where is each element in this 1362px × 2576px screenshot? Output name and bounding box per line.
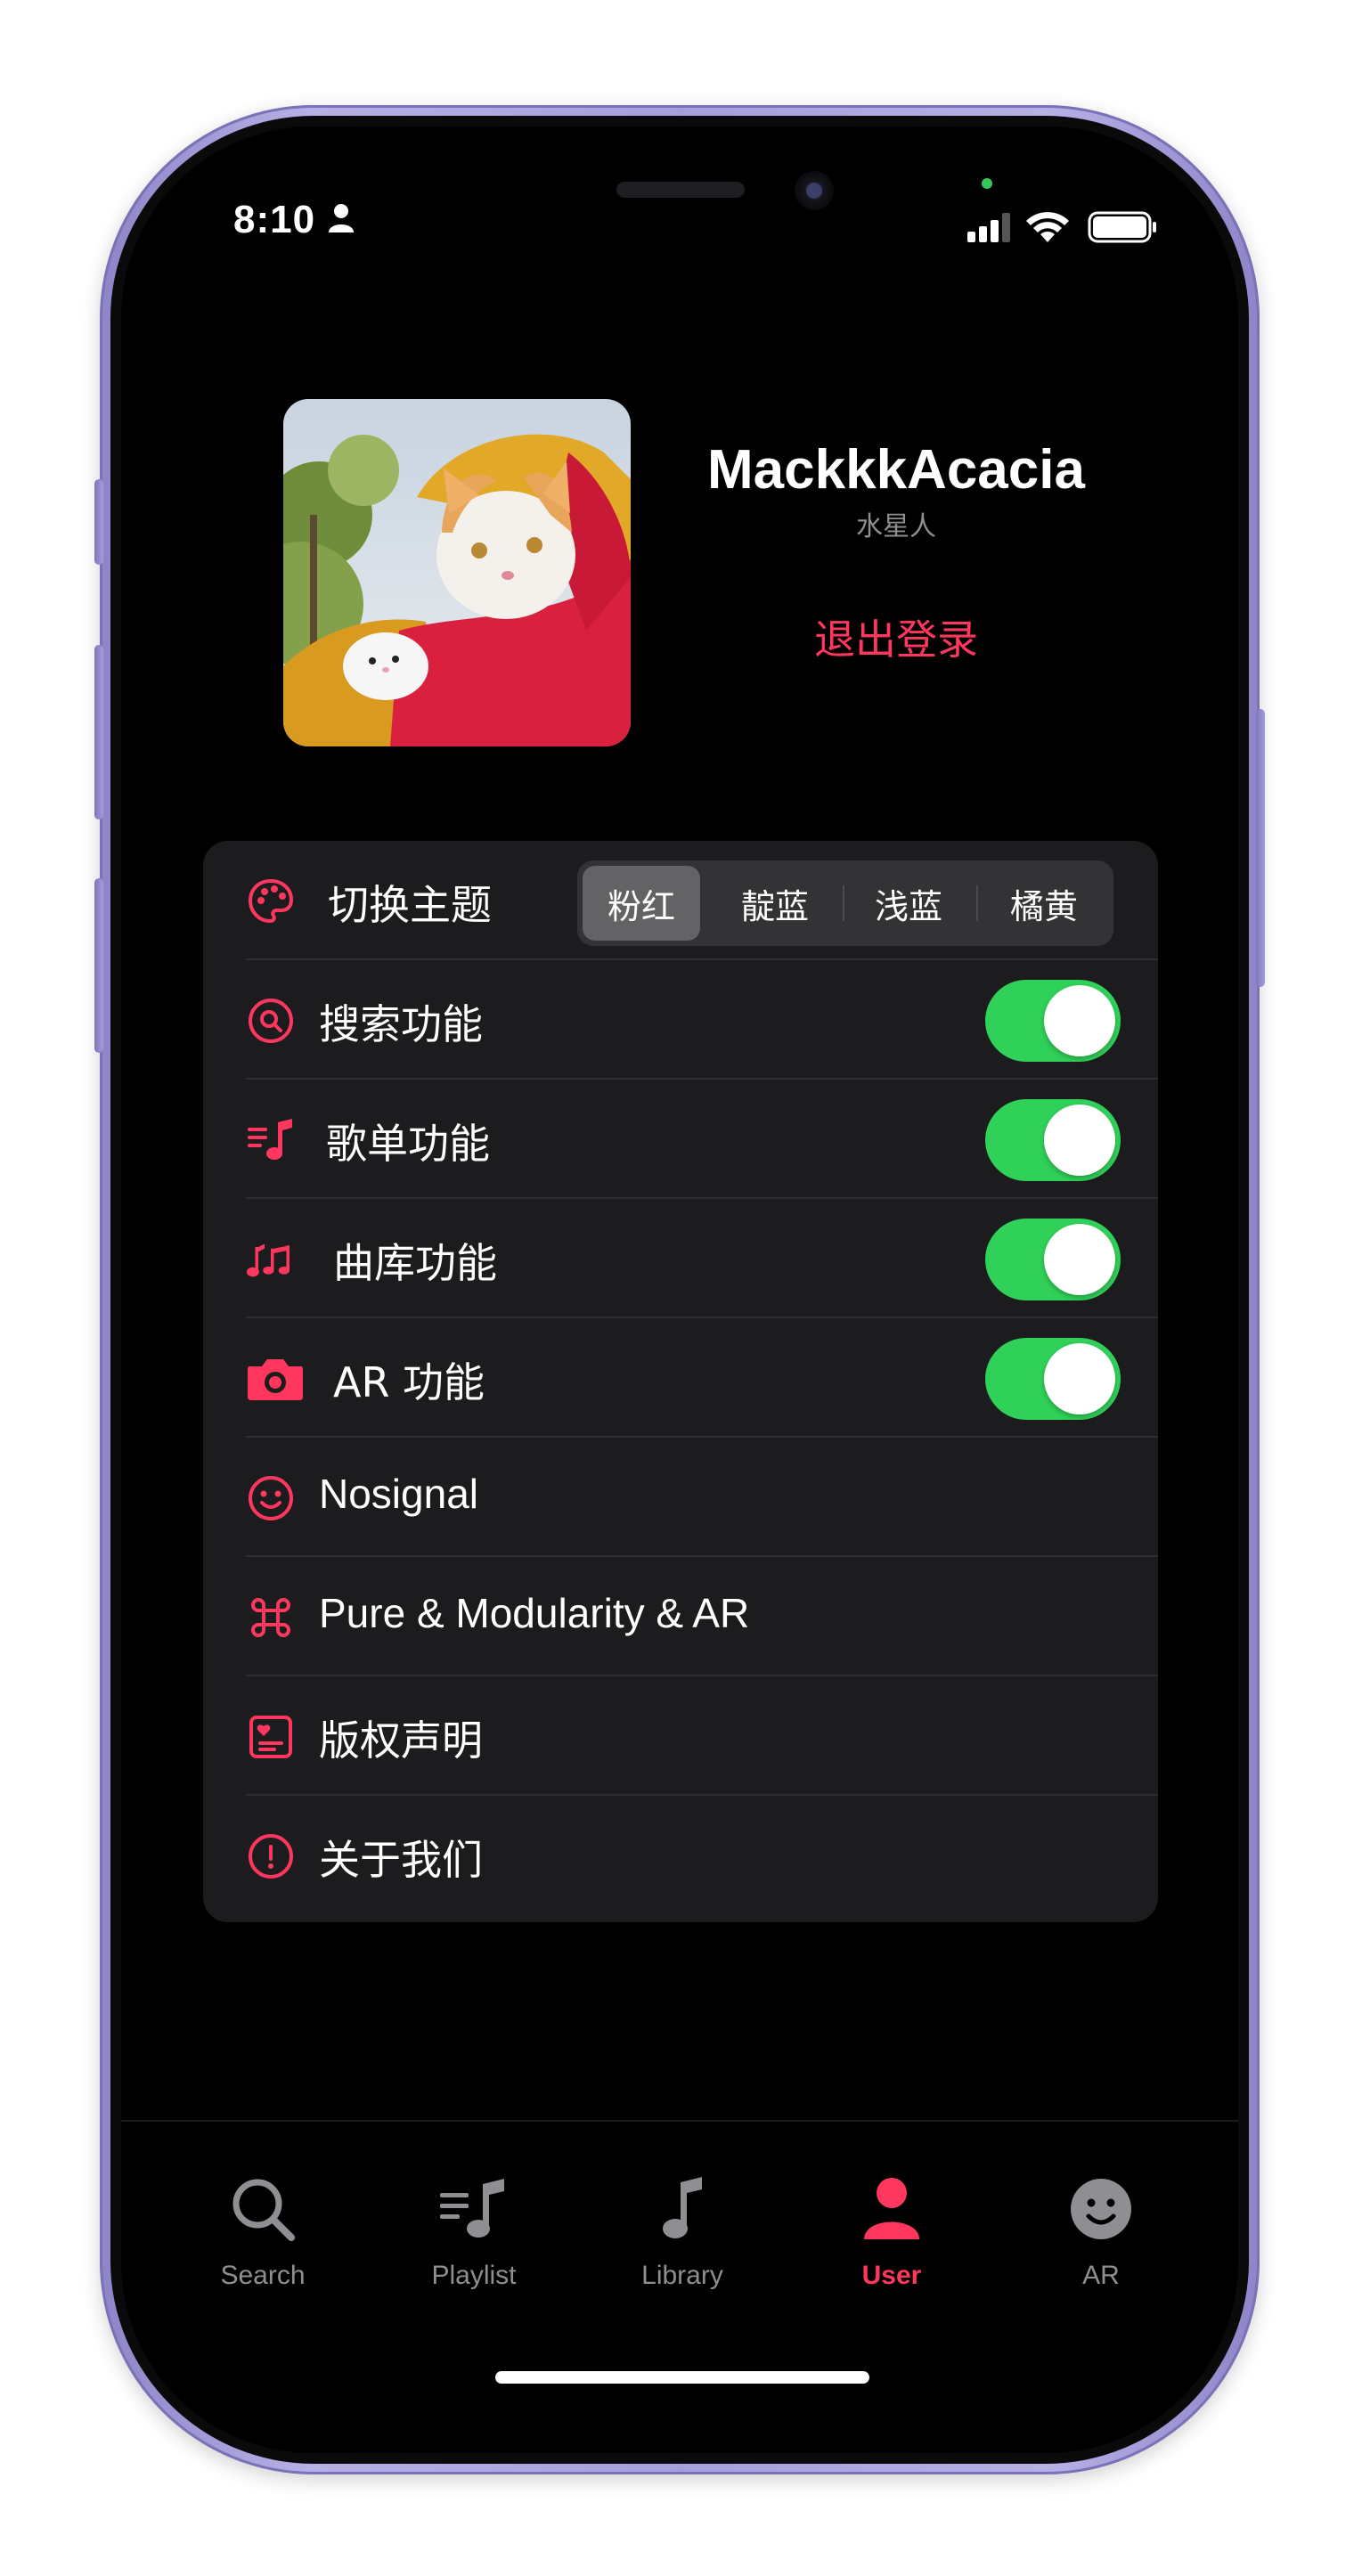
- toggle-row-playlist: 歌单功能: [203, 1080, 1158, 1199]
- segment-separator: [843, 885, 844, 921]
- toggle-knob: [1044, 1224, 1115, 1295]
- camera-icon: [246, 1354, 305, 1404]
- toggle-label: 歌单功能: [326, 1120, 490, 1168]
- settings-card: 切换主题 粉红 靛蓝 浅蓝 橘黄 搜索功能 歌单功能 曲库功能 AR 功能 No…: [203, 841, 1158, 1922]
- toggle-knob: [1044, 985, 1115, 1056]
- exclamation-circle-icon: [246, 1831, 296, 1881]
- silent-switch: [94, 479, 103, 565]
- playlist-toggle[interactable]: [985, 1099, 1121, 1181]
- tab-bar-divider: [121, 2120, 1238, 2122]
- link-label: Pure & Modularity & AR: [319, 1590, 750, 1636]
- theme-option-pink[interactable]: 粉红: [583, 866, 700, 941]
- person-icon: [328, 203, 355, 237]
- avatar[interactable]: [283, 399, 631, 746]
- status-indicators: [967, 208, 1163, 248]
- license-card-icon: [246, 1712, 296, 1762]
- smiley-icon: [246, 1473, 296, 1523]
- link-label: 关于我们: [319, 1836, 483, 1884]
- tab-label: Playlist: [431, 2261, 517, 2290]
- theme-segmented-control: 粉红 靛蓝 浅蓝 橘黄: [577, 860, 1113, 946]
- front-camera: [795, 171, 834, 210]
- phone-screen: 8:10 MackkkAcacia 水星人 退出登录 切换主题 粉红 靛蓝 浅蓝…: [121, 126, 1238, 2453]
- logout-button[interactable]: 退出登录: [673, 607, 1119, 666]
- home-indicator[interactable]: [495, 2371, 869, 2384]
- toggle-row-library: 曲库功能: [203, 1199, 1158, 1318]
- playlist-icon: [438, 2173, 510, 2245]
- volume-up-button: [94, 645, 103, 819]
- status-time: 8:10: [233, 198, 316, 241]
- theme-option-indigo[interactable]: 靛蓝: [716, 866, 834, 941]
- tab-search[interactable]: Search: [174, 2173, 352, 2316]
- magnifier-icon: [227, 2173, 298, 2245]
- tab-user[interactable]: User: [803, 2173, 981, 2316]
- toggle-row-search: 搜索功能: [203, 960, 1158, 1080]
- palette-icon: [246, 876, 296, 926]
- theme-option-orange[interactable]: 橘黄: [985, 866, 1103, 941]
- tab-ar[interactable]: AR: [1012, 2173, 1190, 2316]
- music-notes-icon: [246, 1235, 296, 1284]
- link-label: Nosignal: [319, 1471, 478, 1517]
- volume-down-button: [94, 878, 103, 1053]
- face-icon: [1065, 2173, 1137, 2245]
- power-button: [1256, 709, 1265, 987]
- theme-option-light-blue[interactable]: 浅蓝: [850, 866, 967, 941]
- music-list-icon: [246, 1115, 296, 1165]
- ar-toggle[interactable]: [985, 1338, 1121, 1420]
- library-toggle[interactable]: [985, 1219, 1121, 1300]
- link-row-copyright[interactable]: 版权声明: [203, 1676, 1158, 1796]
- toggle-label: 搜索功能: [319, 1000, 483, 1048]
- link-row-nosignal[interactable]: Nosignal: [203, 1438, 1158, 1557]
- wifi-icon: [1026, 212, 1069, 242]
- link-row-about[interactable]: 关于我们: [203, 1796, 1158, 1915]
- tab-label: AR: [1082, 2261, 1120, 2290]
- toggle-row-ar: AR 功能: [203, 1318, 1158, 1438]
- link-row-pure-modularity[interactable]: Pure & Modularity & AR: [203, 1557, 1158, 1676]
- theme-label: 切换主题: [328, 881, 492, 929]
- toggle-label: AR 功能: [333, 1358, 485, 1406]
- tab-library[interactable]: Library: [593, 2173, 771, 2316]
- battery-icon: [1088, 211, 1156, 243]
- cellular-signal-icon: [967, 213, 1010, 242]
- toggle-knob: [1044, 1105, 1115, 1176]
- tab-playlist[interactable]: Playlist: [385, 2173, 563, 2316]
- tab-label: User: [861, 2261, 922, 2290]
- user-name: MackkkAcacia: [707, 439, 1085, 501]
- segment-separator: [976, 885, 978, 921]
- search-toggle[interactable]: [985, 980, 1121, 1062]
- tab-label: Library: [641, 2261, 723, 2290]
- command-icon: [246, 1593, 296, 1643]
- toggle-label: 曲库功能: [333, 1239, 497, 1287]
- toggle-knob: [1044, 1343, 1115, 1414]
- search-circle-icon: [246, 996, 296, 1046]
- earpiece-speaker: [616, 182, 745, 198]
- link-label: 版权声明: [319, 1716, 483, 1765]
- person-icon: [856, 2173, 927, 2245]
- theme-row: 切换主题 粉红 靛蓝 浅蓝 橘黄: [203, 841, 1158, 960]
- camera-in-use-indicator: [982, 178, 992, 189]
- music-note-icon: [647, 2173, 718, 2245]
- user-subtitle: 水星人: [856, 511, 936, 542]
- tab-label: Search: [220, 2261, 306, 2290]
